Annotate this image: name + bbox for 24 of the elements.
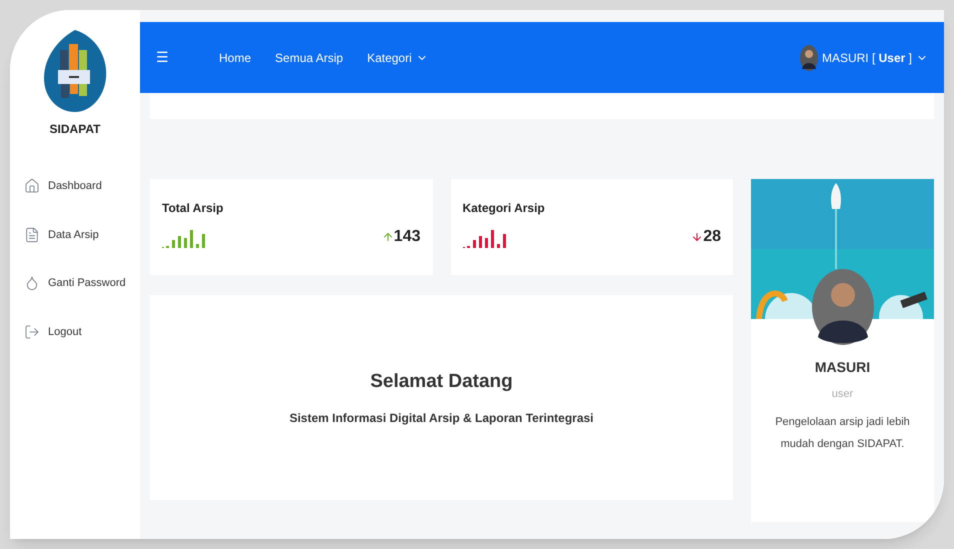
nav-link[interactable]: Home [219, 48, 252, 66]
sidebar-item[interactable]: Dashboard [24, 178, 140, 194]
drop-icon [24, 275, 40, 292]
home-icon [24, 178, 40, 194]
logout-icon [24, 324, 40, 340]
menu-button[interactable]: ☰ [156, 47, 169, 68]
nav-link[interactable]: Kategori [367, 48, 428, 66]
welcome-subtitle: Sistem Informasi Digital Arsip & Laporan Terintegrasi [289, 410, 594, 427]
nav-link[interactable]: Semua Arsip [275, 48, 344, 66]
stat-value: 143 [394, 227, 420, 247]
user-menu[interactable]: MASURI [ User ] [800, 44, 928, 70]
stat-value: 28 [703, 227, 721, 247]
profile-description: Pengelolaan arsip jadi lebih mudah dengan SIDAPAT. [774, 414, 911, 452]
sidebar-item[interactable]: Logout [24, 324, 140, 340]
brand-name: SIDAPAT [50, 121, 100, 138]
welcome-title: Selamat Datang [370, 370, 513, 394]
profile-role: user [832, 387, 854, 402]
avatar-icon [800, 44, 818, 70]
stat-title: Total Arsip [162, 200, 224, 217]
stat-title: Kategori Arsip [462, 200, 546, 217]
sidebar-item[interactable]: Ganti Password [24, 275, 140, 292]
sidebar-item[interactable]: Data Arsip [24, 226, 140, 243]
document-icon [24, 226, 40, 243]
profile-name: MASURI [814, 358, 870, 377]
